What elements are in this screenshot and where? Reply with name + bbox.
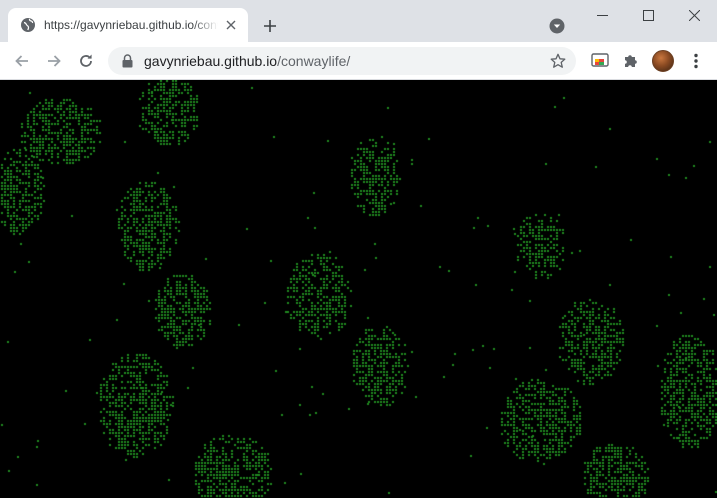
three-dots-icon[interactable] — [684, 49, 708, 73]
globe-icon — [20, 17, 36, 33]
avatar[interactable] — [651, 49, 675, 73]
maximize-icon[interactable] — [625, 0, 671, 30]
browser-toolbar: gavynriebau.github.io/conwaylife/ — [0, 42, 717, 80]
url-path: /conwaylife/ — [277, 53, 351, 69]
plus-icon[interactable] — [258, 14, 282, 38]
arrow-right-icon[interactable] — [40, 47, 68, 75]
url-text: gavynriebau.github.io/conwaylife/ — [144, 53, 548, 69]
cast-extension-icon[interactable] — [588, 49, 612, 73]
url-domain: gavynriebau.github.io — [144, 53, 278, 69]
close-icon[interactable] — [671, 0, 717, 30]
minimize-icon[interactable] — [579, 0, 625, 30]
reload-icon[interactable] — [72, 47, 100, 75]
star-icon[interactable] — [548, 51, 568, 71]
tab-close-icon[interactable] — [222, 16, 240, 34]
tab-title: https://gavynriebau.github.io/conwaylife… — [44, 18, 218, 32]
game-of-life-canvas-area[interactable] — [0, 80, 717, 498]
tab-search-icon[interactable] — [548, 17, 566, 35]
lock-icon[interactable] — [120, 54, 134, 68]
puzzle-icon[interactable] — [619, 49, 643, 73]
arrow-left-icon[interactable] — [8, 47, 36, 75]
address-bar[interactable]: gavynriebau.github.io/conwaylife/ — [108, 47, 576, 75]
browser-tab[interactable]: https://gavynriebau.github.io/conwaylife… — [8, 8, 248, 42]
profile-avatar-icon — [652, 50, 674, 72]
browser-titlebar: https://gavynriebau.github.io/conwaylife… — [0, 0, 717, 42]
game-of-life-canvas[interactable] — [0, 80, 717, 498]
